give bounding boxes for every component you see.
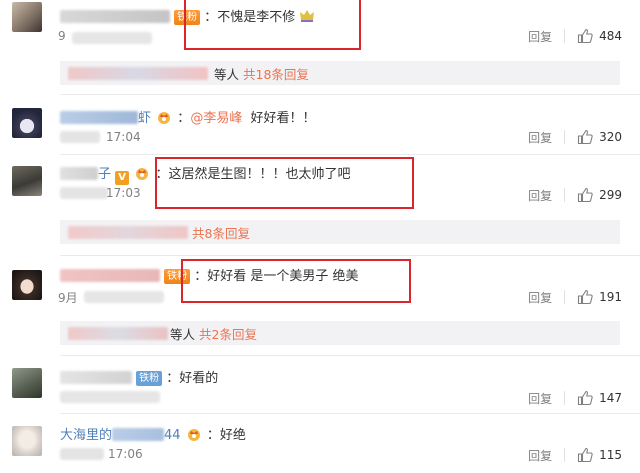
reply-button[interactable]: 回复 (528, 187, 552, 204)
divider (564, 29, 566, 43)
blurred-names (68, 326, 168, 340)
comment-item: 铁粉 ：好看的 回复 147 (0, 360, 640, 410)
divider (564, 391, 566, 405)
blurred-names (68, 225, 188, 239)
v-badge-icon: V (115, 171, 130, 185)
comment-time: 17:03 (106, 186, 141, 200)
reply-button[interactable]: 回复 (528, 390, 552, 407)
comment-line: 虾 ：@李易峰 好好看！！ (60, 107, 315, 126)
comment-text: ：好看的 (166, 371, 219, 386)
avatar[interactable] (12, 166, 42, 196)
like-count: 191 (599, 290, 622, 304)
username[interactable] (60, 10, 170, 23)
like-count: 320 (599, 130, 622, 144)
avatar[interactable] (12, 108, 42, 138)
comment-time: 17:04 (106, 130, 141, 144)
sub-reply-text: 等人 (214, 66, 240, 82)
comment-time: 17:06 (108, 447, 143, 461)
crown-icon (187, 429, 200, 441)
username-blurred (112, 428, 165, 441)
like-count: 299 (599, 188, 622, 202)
divider (564, 448, 566, 462)
blurred-names (68, 66, 208, 80)
thumbs-up-icon[interactable] (577, 187, 593, 203)
divider (564, 290, 566, 304)
divider (60, 255, 640, 256)
avatar[interactable] (12, 426, 42, 456)
comment-text: 好好看！！ (250, 111, 316, 126)
avatar[interactable] (12, 2, 42, 32)
blurred-timestamp (60, 391, 160, 403)
thumbs-up-icon[interactable] (577, 28, 593, 44)
comment-actions: 回复 191 (528, 287, 622, 307)
divider (564, 188, 566, 202)
thumbs-up-icon[interactable] (577, 447, 593, 463)
comment-line: 大海里的 44 ：好绝 (60, 424, 246, 443)
view-replies-link[interactable]: 共2条回复 (199, 324, 257, 343)
blurred-timestamp (72, 32, 152, 44)
reply-button[interactable]: 回复 (528, 289, 552, 306)
sub-reply-bar[interactable]: 等人 共2条回复 (60, 321, 620, 345)
username[interactable] (60, 269, 160, 282)
thumbs-up-icon[interactable] (577, 289, 593, 305)
comment-actions: 回复 147 (528, 388, 622, 408)
comment-actions: 回复 320 (528, 127, 622, 147)
thumbs-up-icon[interactable] (577, 390, 593, 406)
divider (60, 154, 640, 155)
thumbs-up-icon[interactable] (577, 129, 593, 145)
username-suffix[interactable]: 子 (98, 167, 111, 182)
avatar[interactable] (12, 368, 42, 398)
highlight-box (181, 259, 411, 303)
username[interactable] (60, 111, 138, 124)
blurred-date (60, 187, 108, 199)
sub-reply-bar[interactable]: 共8条回复 (60, 220, 620, 244)
comment-item: 虾 ：@李易峰 好好看！！ 17:04 回复 320 (0, 100, 640, 154)
blurred-date (60, 131, 100, 143)
mention-link[interactable]: @李易峰 (190, 111, 242, 126)
like-count: 115 (599, 448, 622, 462)
comment-item: 大海里的 44 ：好绝 17:06 回复 115 (0, 418, 640, 473)
like-count: 484 (599, 29, 622, 43)
comment-time: 9 (58, 29, 66, 43)
username[interactable] (60, 371, 132, 384)
like-count: 147 (599, 391, 622, 405)
crown-icon (158, 112, 171, 124)
reply-button[interactable]: 回复 (528, 129, 552, 146)
highlight-box (184, 0, 361, 50)
username[interactable]: 大海里的 (60, 428, 112, 443)
divider (60, 94, 640, 95)
comment-line: 铁粉 ：好看的 (60, 367, 218, 386)
avatar[interactable] (12, 270, 42, 300)
comment-actions: 回复 115 (528, 445, 622, 465)
username[interactable] (60, 167, 98, 180)
sub-reply-text: 等人 (170, 326, 196, 342)
divider (60, 355, 640, 356)
blurred-date (60, 448, 104, 460)
crown-icon (136, 168, 149, 180)
reply-button[interactable]: 回复 (528, 447, 552, 464)
comment-actions: 回复 299 (528, 185, 622, 205)
fan-badge: 铁粉 (136, 371, 163, 386)
username-suffix[interactable]: 44 (164, 428, 181, 443)
divider (564, 130, 566, 144)
view-replies-link[interactable]: 共8条回复 (192, 223, 250, 242)
comment-actions: 回复 484 (528, 26, 622, 46)
separator-colon: ： (177, 111, 191, 126)
comment-text: ：好绝 (206, 428, 246, 443)
divider (60, 413, 640, 414)
username-suffix[interactable]: 虾 (138, 111, 151, 126)
sub-reply-bar[interactable]: 等人 共18条回复 (60, 61, 620, 85)
comment-time: 9月 (58, 291, 78, 305)
blurred-timestamp (84, 291, 164, 303)
reply-button[interactable]: 回复 (528, 28, 552, 45)
highlight-box (155, 157, 414, 209)
view-replies-link[interactable]: 共18条回复 (243, 64, 309, 83)
